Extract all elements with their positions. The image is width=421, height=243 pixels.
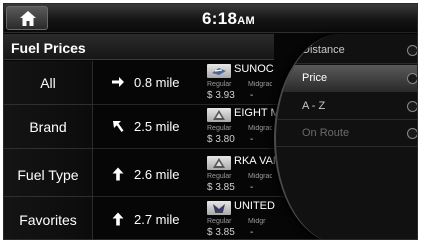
sort-option-a-z[interactable]: A - Z [276, 93, 417, 120]
clock: 6:18AM [202, 9, 255, 29]
midgrade-price: - [250, 134, 254, 145]
station-distance: 2.7 mile [134, 212, 180, 227]
sort-option-label: Distance [302, 44, 345, 56]
regular-price: $ 3.85 [207, 182, 235, 193]
station-distance: 2.5 mile [134, 119, 180, 134]
station-row[interactable]: 0.8 mile SUNOC Regular Midgrac $ 3.93 - [93, 61, 293, 105]
sort-option-label: Price [302, 72, 328, 84]
midgrade-label: Midgr [248, 218, 266, 225]
sort-option-distance[interactable]: Distance [276, 37, 417, 64]
home-icon [20, 11, 36, 26]
sunoco-logo-icon [207, 64, 231, 78]
midgrade-label: Midgrade [248, 125, 272, 132]
regular-price: $ 3.85 [207, 227, 235, 238]
sort-option-on-route: On Route [276, 120, 417, 147]
united-logo-icon [207, 201, 231, 215]
station-distance: 0.8 mile [134, 75, 180, 90]
sort-option-label: A - Z [302, 100, 326, 112]
station-row[interactable]: 2.6 mile RKA VAN Regular Midgrac $ 3.85 … [93, 153, 293, 197]
tab-all[interactable]: All [4, 61, 92, 105]
regular-label: Regular [207, 81, 232, 88]
midgrade-label: Midgrac [248, 173, 272, 180]
midgrade-price: - [250, 227, 254, 238]
radio-button[interactable] [407, 101, 417, 112]
arrow-up-icon [112, 212, 124, 226]
clock-time: 6:18 [202, 9, 238, 28]
station-row[interactable]: 2.5 mile EIGHT M Regular Midgrade $ 3.80… [93, 105, 293, 149]
station-brand: UNITED [234, 200, 275, 212]
regular-price: $ 3.93 [207, 90, 235, 101]
fuel-prices-screen: 6:18AM Fuel Prices All Brand Fuel Type F… [3, 3, 418, 240]
tab-fuel-type[interactable]: Fuel Type [4, 153, 92, 197]
clock-ampm: AM [237, 15, 255, 27]
generic-station-logo-icon [207, 156, 231, 170]
category-tabs: All Brand Fuel Type Favorites [4, 61, 92, 239]
generic-station-logo-icon [207, 108, 231, 122]
page-header: Fuel Prices [4, 34, 274, 60]
radio-button[interactable] [407, 73, 417, 84]
home-button[interactable] [6, 6, 48, 30]
tab-brand[interactable]: Brand [4, 105, 92, 149]
tab-favorites[interactable]: Favorites [4, 198, 92, 239]
regular-label: Regular [207, 173, 232, 180]
sort-options-panel: Distance Price A - Z On Route [274, 34, 417, 239]
radio-button [407, 128, 417, 139]
station-row[interactable]: 2.7 mile UNITED Regular Midgr $ 3.85 - [93, 198, 293, 239]
station-distance: 2.6 mile [134, 167, 180, 182]
page-title: Fuel Prices [11, 40, 86, 56]
midgrade-label: Midgrac [248, 81, 272, 88]
regular-price: $ 3.80 [207, 134, 235, 145]
radio-button[interactable] [407, 45, 417, 56]
arrow-up-icon [112, 167, 124, 181]
arrow-up-left-icon [113, 121, 124, 132]
sort-option-price[interactable]: Price [276, 65, 417, 92]
midgrade-price: - [250, 182, 254, 193]
regular-label: Regular [207, 218, 232, 225]
sort-option-label: On Route [302, 127, 350, 139]
station-list: 0.8 mile SUNOC Regular Midgrac $ 3.93 - … [92, 61, 293, 239]
midgrade-price: - [250, 90, 254, 101]
arrow-right-icon [112, 77, 124, 87]
regular-label: Regular [207, 125, 232, 132]
status-bar: 6:18AM [4, 4, 417, 33]
